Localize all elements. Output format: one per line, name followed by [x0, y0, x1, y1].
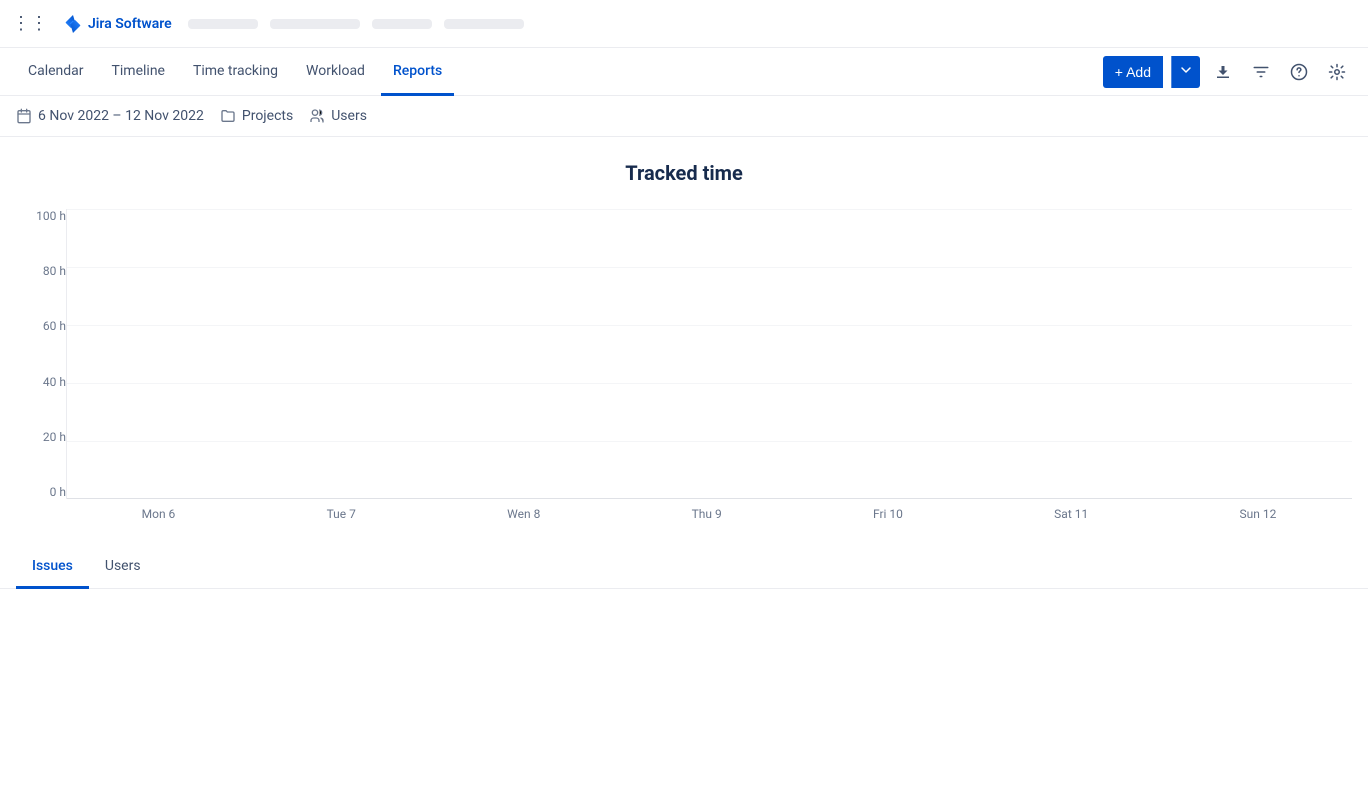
x-label-fri10: Fri 10: [873, 507, 903, 521]
y-label-80h: 80 h: [16, 264, 66, 278]
download-button[interactable]: [1208, 57, 1238, 87]
calendar-icon: [16, 108, 32, 124]
tab-workload[interactable]: Workload: [294, 49, 377, 96]
x-label-mon6: Mon 6: [142, 507, 176, 521]
skeleton-4: [444, 19, 524, 29]
brand-logo[interactable]: Jira Software: [64, 15, 172, 33]
main-nav: Calendar Timeline Time tracking Workload…: [0, 48, 1368, 96]
nav-actions: + Add: [1103, 56, 1352, 88]
chart-area: 100 h 80 h 60 h 40 h 20 h 0 h Mon 6 Tue …: [16, 209, 1352, 529]
brand-name: Jira Software: [88, 16, 172, 32]
y-label-60h: 60 h: [16, 319, 66, 333]
tab-calendar[interactable]: Calendar: [16, 49, 96, 96]
grid-line-20: [67, 441, 1352, 442]
x-label-sun12: Sun 12: [1239, 507, 1276, 521]
chart-container: Tracked time 100 h 80 h 60 h 40 h 20 h 0…: [0, 137, 1368, 529]
add-dropdown-button[interactable]: [1171, 56, 1200, 88]
tab-time-tracking[interactable]: Time tracking: [181, 49, 290, 96]
download-icon: [1214, 63, 1232, 81]
projects-label: Projects: [242, 108, 293, 124]
grid-line-40: [67, 383, 1352, 384]
y-label-100h: 100 h: [16, 209, 66, 223]
x-axis: Mon 6 Tue 7 Wen 8 Thu 9 Fri 10 Sat 11 Su…: [66, 499, 1352, 529]
y-label-20h: 20 h: [16, 430, 66, 444]
users-filter[interactable]: Users: [309, 108, 367, 124]
tab-reports[interactable]: Reports: [381, 49, 454, 96]
x-label-wen8: Wen 8: [507, 507, 540, 521]
chart-grid: [66, 209, 1352, 499]
users-icon: [309, 108, 325, 124]
x-label-sat11: Sat 11: [1054, 507, 1088, 521]
bottom-tabs: Issues Users: [0, 545, 1368, 589]
y-label-0h: 0 h: [16, 485, 66, 499]
chevron-down-icon: [1180, 64, 1192, 76]
settings-icon: [1328, 63, 1346, 81]
skeleton-1: [188, 19, 258, 29]
x-label-thu9: Thu 9: [692, 507, 722, 521]
filter-button[interactable]: [1246, 57, 1276, 87]
grid-line-60: [67, 325, 1352, 326]
filter-bar: 6 Nov 2022 – 12 Nov 2022 Projects Users: [0, 96, 1368, 137]
x-label-tue7: Tue 7: [327, 507, 356, 521]
tab-issues[interactable]: Issues: [16, 546, 89, 589]
top-bar-skeletons: [188, 19, 1356, 29]
users-label: Users: [331, 108, 367, 124]
tab-users[interactable]: Users: [89, 546, 157, 589]
skeleton-3: [372, 19, 432, 29]
help-button[interactable]: [1284, 57, 1314, 87]
y-label-40h: 40 h: [16, 375, 66, 389]
chart-body: Mon 6 Tue 7 Wen 8 Thu 9 Fri 10 Sat 11 Su…: [66, 209, 1352, 529]
grid-line-80: [67, 267, 1352, 268]
chart-title: Tracked time: [16, 161, 1352, 185]
date-range-filter[interactable]: 6 Nov 2022 – 12 Nov 2022: [16, 108, 204, 124]
filter-icon: [1252, 63, 1270, 81]
settings-button[interactable]: [1322, 57, 1352, 87]
date-range-label: 6 Nov 2022 – 12 Nov 2022: [38, 108, 204, 124]
skeleton-2: [270, 19, 360, 29]
folder-icon: [220, 108, 236, 124]
grid-line-0: [67, 498, 1352, 499]
top-bar: ⋮⋮ Jira Software: [0, 0, 1368, 48]
add-button[interactable]: + Add: [1103, 56, 1163, 88]
help-icon: [1290, 63, 1308, 81]
nav-tabs: Calendar Timeline Time tracking Workload…: [16, 48, 454, 95]
projects-filter[interactable]: Projects: [220, 108, 293, 124]
y-axis: 100 h 80 h 60 h 40 h 20 h 0 h: [16, 209, 66, 529]
tab-timeline[interactable]: Timeline: [100, 49, 177, 96]
app-grid-icon[interactable]: ⋮⋮: [12, 13, 48, 34]
grid-line-100: [67, 209, 1352, 210]
jira-logo-icon: [64, 15, 82, 33]
